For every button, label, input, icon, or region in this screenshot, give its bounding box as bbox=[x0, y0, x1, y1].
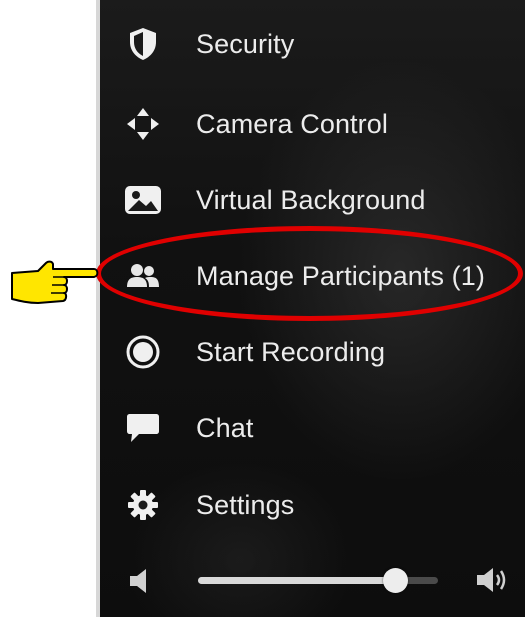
volume-slider-thumb[interactable] bbox=[382, 568, 408, 593]
menu-item-chat[interactable]: Chat bbox=[100, 398, 525, 458]
menu-item-security[interactable]: Security bbox=[100, 14, 525, 74]
image-icon bbox=[122, 179, 164, 221]
pointing-hand-icon bbox=[8, 255, 100, 320]
menu-item-settings[interactable]: Settings bbox=[100, 475, 525, 535]
speaker-high-icon[interactable] bbox=[475, 565, 509, 600]
gear-icon bbox=[122, 484, 164, 526]
menu-item-label: Camera Control bbox=[196, 108, 388, 139]
shield-icon bbox=[122, 23, 164, 65]
menu-item-label: Manage Participants (1) bbox=[196, 260, 485, 291]
menu-item-label: Virtual Background bbox=[196, 184, 426, 215]
menu-item-start-recording[interactable]: Start Recording bbox=[100, 322, 525, 382]
menu-item-manage-participants[interactable]: Manage Participants (1) bbox=[100, 246, 525, 306]
meeting-more-menu: Security Camera Control Virtual Backgrou… bbox=[100, 0, 525, 617]
menu-item-label: Start Recording bbox=[196, 336, 386, 367]
participants-icon bbox=[122, 255, 164, 297]
menu-item-virtual-background[interactable]: Virtual Background bbox=[100, 170, 525, 230]
chat-bubble-icon bbox=[122, 407, 164, 449]
menu-item-label: Chat bbox=[196, 412, 254, 443]
menu-item-camera-control[interactable]: Camera Control bbox=[100, 94, 525, 154]
record-icon bbox=[122, 331, 164, 373]
menu-item-label: Security bbox=[196, 28, 295, 59]
volume-slider-fill bbox=[198, 577, 395, 584]
move-arrows-icon bbox=[122, 103, 164, 145]
speaker-low-icon[interactable] bbox=[128, 568, 150, 599]
volume-control bbox=[100, 552, 525, 607]
menu-item-label: Settings bbox=[196, 489, 295, 520]
